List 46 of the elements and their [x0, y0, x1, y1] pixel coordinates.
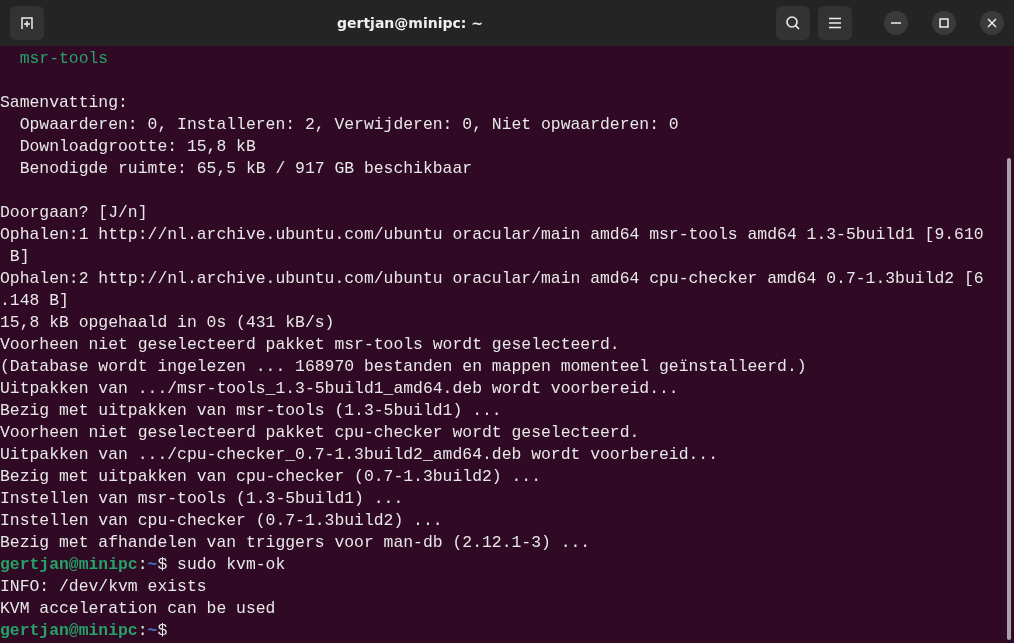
terminal-line: Voorheen niet geselecteerd pakket cpu-checker wordt geselecteerd. [0, 422, 641, 444]
menu-icon [828, 17, 842, 29]
terminal-line: Opwaarderen: 0, Installeren: 2, Verwijderen: 0, Niet opwaarderen: 0 [18, 114, 680, 136]
terminal-line: Ophalen:2 http://nl.archive.ubuntu.com/ubuntu oracular/main amd64 cpu-checker amd64 0.7-1.3build2 [6 [0, 268, 985, 290]
prompt-separator: : [137, 621, 148, 640]
terminal-line: Instellen van cpu-checker (0.7-1.3build2) ... [0, 510, 444, 532]
prompt-path: ~ [147, 555, 158, 574]
terminal-line: Voorheen niet geselecteerd pakket msr-tools wordt geselecteerd. [0, 334, 621, 356]
terminal-line: Bezig met afhandelen van triggers voor man-db (2.12.1-3) ... [0, 532, 592, 554]
maximize-button[interactable] [932, 11, 956, 35]
search-icon [785, 15, 801, 31]
command-text: sudo kvm-ok [177, 555, 286, 574]
terminal-line: Benodigde ruimte: 65,5 kB / 917 GB beschikbaar [18, 158, 474, 180]
close-icon [987, 18, 997, 28]
minimize-icon [891, 22, 901, 24]
menu-button[interactable] [818, 6, 852, 40]
terminal-line: Downloadgrootte: 15,8 kB [18, 136, 257, 158]
prompt-user-host: gertjan@minipc [0, 621, 138, 640]
terminal-line: KVM acceleration can be used [0, 598, 277, 620]
terminal-line: Uitpakken van .../msr-tools_1.3-5build1_amd64.deb wordt voorbereid... [0, 378, 680, 400]
minimize-button[interactable] [884, 11, 908, 35]
prompt-path: ~ [147, 621, 158, 640]
prompt-symbol: $ [157, 555, 168, 574]
package-name: msr-tools [18, 48, 110, 70]
terminal-line: INFO: /dev/kvm exists [0, 576, 208, 598]
maximize-icon [939, 18, 949, 28]
scrollbar[interactable] [1007, 158, 1011, 640]
terminal-line: Doorgaan? [J/n] [0, 202, 149, 224]
close-button[interactable] [980, 11, 1004, 35]
terminal-line: Uitpakken van .../cpu-checker_0.7-1.3build2_amd64.deb wordt voorbereid... [0, 444, 720, 466]
terminal-line: Bezig met uitpakken van msr-tools (1.3-5build1) ... [0, 400, 503, 422]
prompt-separator: : [137, 555, 148, 574]
terminal-line: (Database wordt ingelezen ... 168970 bestanden en mappen momenteel geïnstalleerd.) [0, 356, 808, 378]
terminal-line: Samenvatting: [0, 92, 129, 114]
search-button[interactable] [776, 6, 810, 40]
terminal-line: Bezig met uitpakken van cpu-checker (0.7-1.3build2) ... [0, 466, 542, 488]
prompt-user-host: gertjan@minipc [0, 555, 138, 574]
new-tab-icon [19, 15, 35, 31]
terminal-line: .148 B] [0, 290, 70, 312]
terminal-line: B] [8, 246, 31, 268]
new-tab-button[interactable] [10, 6, 44, 40]
window-title: gertjan@minipc: ~ [336, 13, 484, 33]
terminal-line: 15,8 kB opgehaald in 0s (431 kB/s) [0, 312, 336, 334]
terminal-line: Instellen van msr-tools (1.3-5build1) ... [0, 488, 405, 510]
terminal-line: Ophalen:1 http://nl.archive.ubuntu.com/ubuntu oracular/main amd64 msr-tools amd64 1.3-5build1 [9.610 [0, 224, 985, 246]
prompt-symbol: $ [157, 621, 168, 640]
